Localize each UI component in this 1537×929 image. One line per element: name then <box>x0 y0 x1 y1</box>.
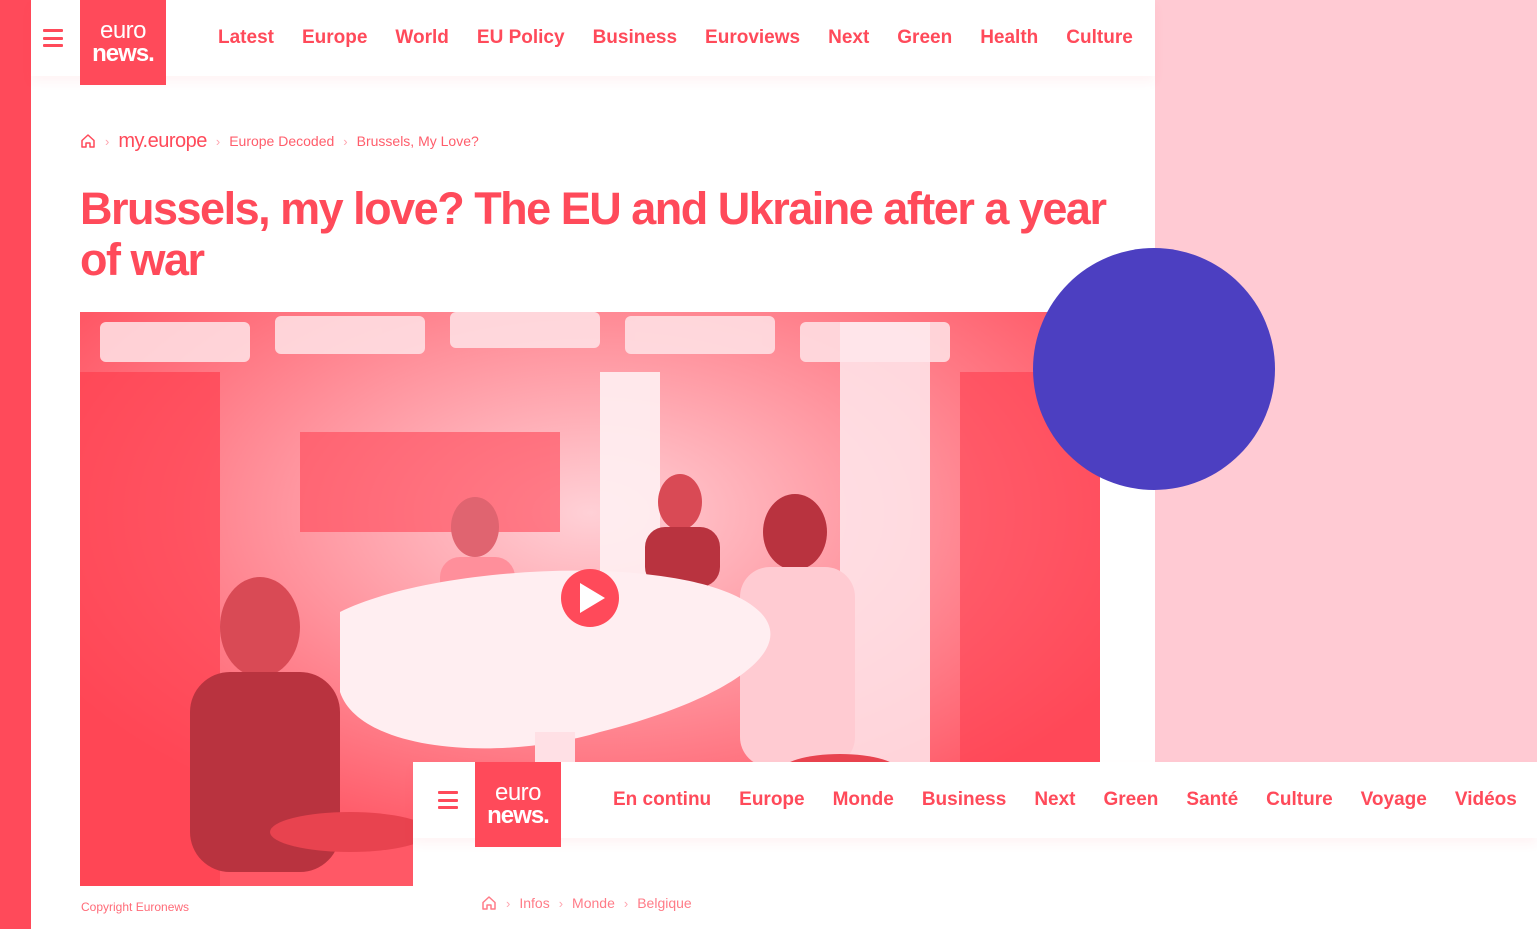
breadcrumb-brand-my-europe[interactable]: my.europe <box>118 130 207 153</box>
nav-culture-fr[interactable]: Culture <box>1266 789 1333 811</box>
nav-europe-fr[interactable]: Europe <box>739 789 804 811</box>
nav-latest[interactable]: Latest <box>218 27 274 49</box>
euronews-logo[interactable]: euro news. <box>80 0 166 85</box>
breadcrumb-infos[interactable]: Infos <box>519 895 549 911</box>
nav-videos[interactable]: Vidéos <box>1455 789 1517 811</box>
nav-business[interactable]: Business <box>593 27 677 49</box>
main-nav: Latest Europe World EU Policy Business E… <box>218 27 1133 49</box>
euronews-logo-secondary[interactable]: euro news. <box>475 762 561 847</box>
nav-green-fr[interactable]: Green <box>1104 789 1159 811</box>
menu-icon[interactable] <box>43 29 63 47</box>
logo-text-news: news. <box>487 801 550 829</box>
chevron-right-icon: › <box>623 895 629 911</box>
breadcrumb-belgique[interactable]: Belgique <box>637 895 692 911</box>
article-title: Brussels, my love? The EU and Ukraine af… <box>80 183 1107 285</box>
nav-sante[interactable]: Santé <box>1186 789 1238 811</box>
breadcrumb: › my.europe › Europe Decoded › Brussels,… <box>80 130 479 152</box>
left-brand-strip <box>0 0 31 929</box>
secondary-breadcrumb: › Infos › Monde › Belgique <box>481 892 692 914</box>
nav-en-continu[interactable]: En continu <box>613 789 711 811</box>
nav-next-fr[interactable]: Next <box>1034 789 1075 811</box>
nav-euroviews[interactable]: Euroviews <box>705 27 800 49</box>
breadcrumb-europe-decoded[interactable]: Europe Decoded <box>229 133 334 149</box>
nav-voyage[interactable]: Voyage <box>1361 789 1427 811</box>
breadcrumb-monde[interactable]: Monde <box>572 895 615 911</box>
nav-next[interactable]: Next <box>828 27 869 49</box>
video-copyright: Copyright Euronews <box>81 900 190 914</box>
nav-eu-policy[interactable]: EU Policy <box>477 27 565 49</box>
home-icon[interactable] <box>80 133 96 149</box>
chevron-right-icon: › <box>343 133 348 149</box>
nav-green[interactable]: Green <box>897 27 952 49</box>
breadcrumb-brussels-my-love[interactable]: Brussels, My Love? <box>357 133 479 149</box>
secondary-nav: En continu Europe Monde Business Next Gr… <box>613 789 1517 811</box>
home-icon[interactable] <box>481 895 497 911</box>
nav-world[interactable]: World <box>395 27 448 49</box>
nav-business-fr[interactable]: Business <box>922 789 1006 811</box>
decorative-circle <box>1033 248 1275 490</box>
nav-health[interactable]: Health <box>980 27 1038 49</box>
chevron-right-icon: › <box>105 133 110 149</box>
chevron-right-icon: › <box>558 895 564 911</box>
nav-culture[interactable]: Culture <box>1066 27 1133 49</box>
chevron-right-icon: › <box>506 895 511 911</box>
chevron-right-icon: › <box>215 133 221 149</box>
nav-monde[interactable]: Monde <box>833 789 894 811</box>
logo-text-news: news. <box>92 39 155 67</box>
nav-europe[interactable]: Europe <box>302 27 367 49</box>
menu-icon[interactable] <box>438 791 458 809</box>
